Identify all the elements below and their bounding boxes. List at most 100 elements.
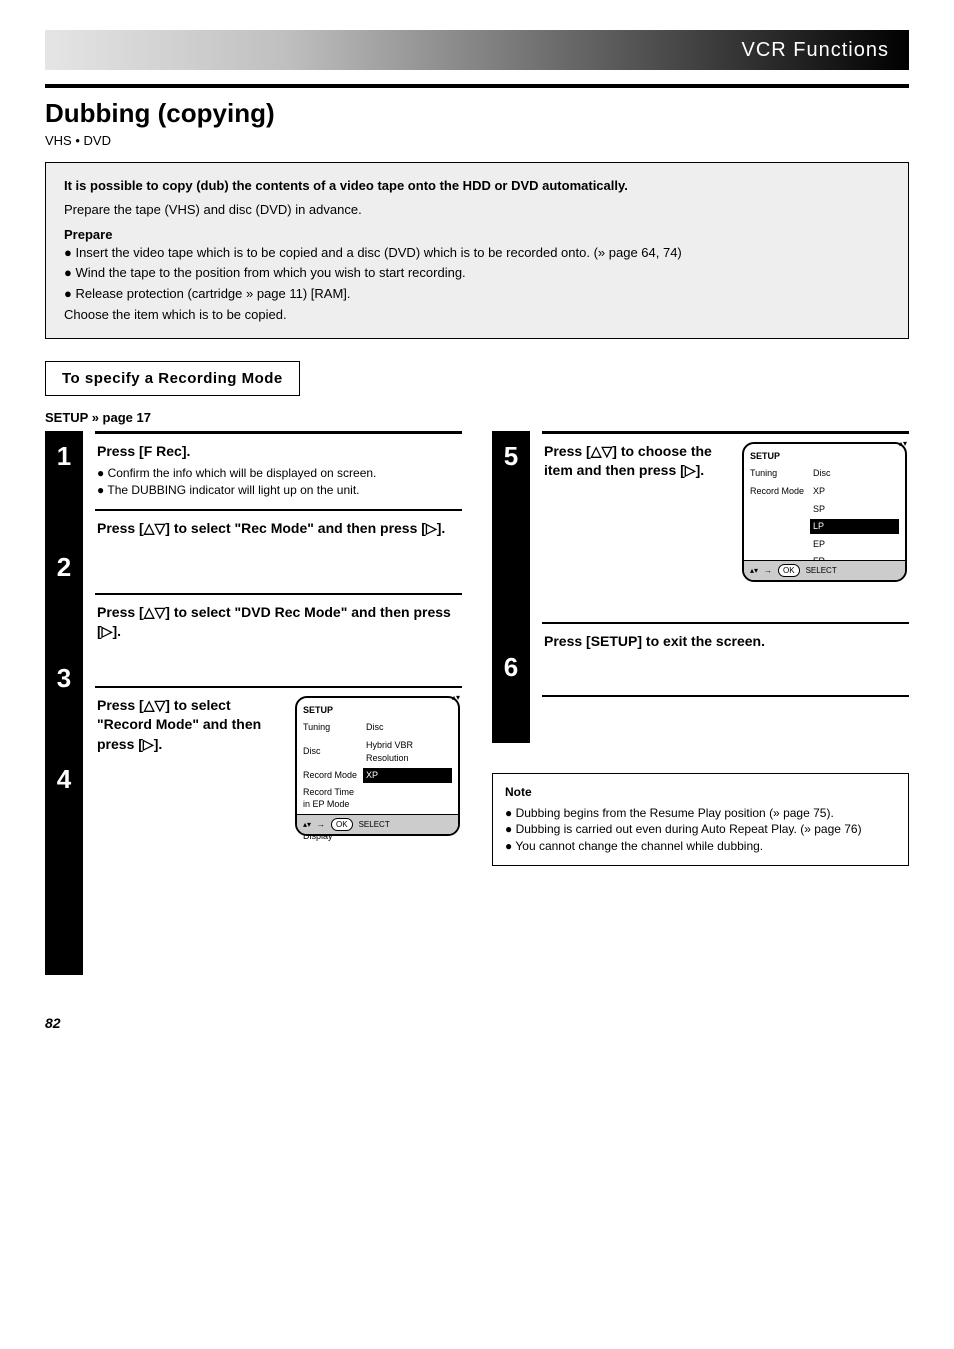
steps-left: 1 2 3 4 Press [F Rec]. ● Confirm the inf… [45, 431, 462, 975]
osd-footer-label: SELECT [359, 819, 390, 830]
osd-footer: ▴▾ → OK SELECT [297, 814, 458, 834]
prepare-bullet: ● Release protection (cartridge » page 1… [64, 285, 890, 303]
footer-nav-icon: ▴▾ [303, 819, 311, 830]
page-subtitle: VHS • DVD [45, 133, 909, 148]
osd-label: Disc [303, 745, 363, 758]
osd-row: Record ModeXP [750, 484, 899, 499]
section-header-light [45, 30, 287, 70]
intro-box: It is possible to copy (dub) the content… [45, 162, 909, 339]
osd-val: XP [810, 484, 899, 499]
osd-header: SETUP [750, 450, 899, 463]
right-column: 5 6 SETUP TuningDisc Record ModeXP SP [492, 431, 909, 975]
step-number: 5 [492, 441, 530, 472]
setup-link: SETUP » page 17 [45, 410, 909, 425]
sel-arrows-icon: ▴▾ [899, 441, 907, 447]
intro-choose: Choose the item which is to be copied. [64, 306, 890, 324]
osd-label: Tuning [750, 467, 810, 480]
triangle-right-icon [102, 623, 113, 639]
step-number: 2 [45, 552, 83, 583]
triangle-up-icon [144, 697, 155, 713]
prepare-block: Prepare ● Insert the video tape which is… [64, 226, 890, 302]
bullet-text: Wind the tape to the position from which… [75, 265, 465, 280]
prepare-bullet: ● Insert the video tape which is to be c… [64, 244, 890, 262]
step-title: Press [SETUP] to exit the screen. [544, 632, 907, 652]
osd-val-selected: XP [363, 768, 452, 783]
osd-val: EP [810, 537, 899, 552]
bullet-text: Release protection (cartridge » page 11)… [75, 286, 350, 301]
step-number: 3 [45, 663, 83, 694]
page-number: 82 [45, 1015, 909, 1031]
ok-icon: OK [778, 564, 800, 577]
note-text: Dubbing is carried out even during Auto … [516, 822, 862, 836]
step-number: 6 [492, 652, 530, 683]
osd-row: Record Time in EP Mode [303, 786, 452, 811]
step-number: 4 [45, 764, 83, 795]
osd-row-selected: Record Mode XP ▴▾ [303, 768, 452, 783]
page: VCR Functions Dubbing (copying) VHS • DV… [0, 0, 954, 1071]
osd-label: Tuning [303, 721, 363, 734]
triangle-up-icon [591, 443, 602, 459]
triangle-down-icon [154, 520, 165, 536]
note-text: Dubbing begins from the Resume Play posi… [516, 806, 834, 820]
triangle-down-icon [154, 604, 165, 620]
step: SETUP TuningDisc DiscHybrid VBR Resoluti… [95, 686, 462, 856]
step-rail: 1 2 3 4 [45, 431, 83, 975]
step: Press [] to select "Rec Mode" and then p… [95, 509, 462, 593]
prepare-title: Prepare [64, 227, 112, 242]
osd-row: DiscHybrid VBR Resolution [303, 738, 452, 765]
osd-label: Record Time in EP Mode [303, 786, 363, 811]
step-rail: 5 6 [492, 431, 530, 743]
osd-val: SP [810, 502, 899, 517]
note-box: Note ● Dubbing begins from the Resume Pl… [492, 773, 909, 866]
record-mode-box: To specify a Recording Mode [45, 361, 300, 396]
note-text: You cannot change the channel while dubb… [515, 839, 763, 853]
left-column: 1 2 3 4 Press [F Rec]. ● Confirm the inf… [45, 431, 462, 975]
osd-row: TuningDisc [303, 720, 452, 735]
rule [45, 84, 909, 88]
osd-screen: SETUP TuningDisc DiscHybrid VBR Resoluti… [295, 696, 460, 836]
step: Press [] to select "DVD Rec Mode" and th… [95, 593, 462, 686]
osd-row: SP [750, 502, 899, 517]
osd-row-selected: LP ▴▾ [750, 519, 899, 534]
triangle-up-icon [144, 604, 155, 620]
page-title: Dubbing (copying) [45, 98, 909, 129]
intro-body: Prepare the tape (VHS) and disc (DVD) in… [64, 201, 890, 219]
triangle-down-icon [601, 443, 612, 459]
section-header-dark: VCR Functions [287, 30, 909, 70]
step-note: ● Confirm the info which will be display… [97, 465, 460, 482]
osd-screen: SETUP TuningDisc Record ModeXP SP LP ▴▾ … [742, 442, 907, 582]
osd-val: Disc [363, 720, 452, 735]
osd-row: TuningDisc [750, 466, 899, 481]
triangle-right-icon [426, 520, 437, 536]
step-title: Press [] to select "DVD Rec Mode" and th… [97, 603, 460, 642]
step-number: 1 [45, 441, 83, 472]
sel-arrows-icon: ▴▾ [452, 695, 460, 701]
section-header-bar: VCR Functions [45, 30, 909, 70]
prepare-bullet: ● Wind the tape to the position from whi… [64, 264, 890, 282]
osd-val: Disc [810, 466, 899, 481]
subtitle-text: VHS • DVD [45, 133, 111, 148]
osd-val: Hybrid VBR Resolution [363, 738, 452, 765]
setup-link-text: SETUP » page 17 [45, 410, 151, 425]
record-mode-label: To specify a Recording Mode [62, 370, 283, 387]
note-title: Note [505, 784, 896, 801]
osd-wrap: SETUP TuningDisc Record ModeXP SP LP ▴▾ … [742, 442, 907, 582]
osd-footer-label: SELECT [806, 565, 837, 576]
triangle-up-icon [144, 520, 155, 536]
step: Press [SETUP] to exit the screen. [542, 622, 909, 698]
note-line: ● Dubbing is carried out even during Aut… [505, 821, 896, 838]
osd-footer: ▴▾ → OK SELECT [744, 560, 905, 580]
osd-label: Record Mode [303, 769, 363, 782]
note-line: ● You cannot change the channel while du… [505, 838, 896, 855]
osd-label: Record Mode [750, 485, 810, 498]
intro-bold: It is possible to copy (dub) the content… [64, 177, 890, 195]
step: SETUP TuningDisc Record ModeXP SP LP ▴▾ … [542, 431, 909, 622]
osd-header: SETUP [303, 704, 452, 717]
step-title: Press [F Rec]. [97, 442, 460, 462]
step-title: Press [] to select "Rec Mode" and then p… [97, 519, 460, 539]
triangle-right-icon [143, 736, 154, 752]
step-note: ● The DUBBING indicator will light up on… [97, 482, 460, 499]
steps-right: 5 6 SETUP TuningDisc Record ModeXP SP [492, 431, 909, 743]
triangle-down-icon [154, 697, 165, 713]
section-label: VCR Functions [742, 39, 890, 62]
